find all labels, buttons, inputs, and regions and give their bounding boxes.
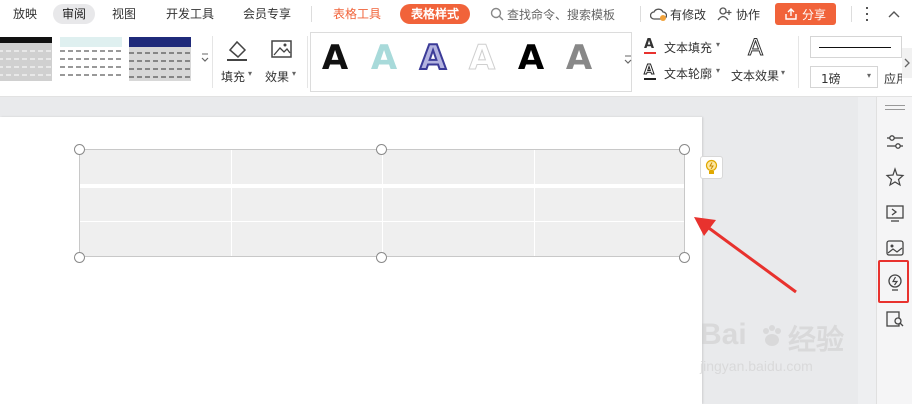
- text-effect-icon: A: [747, 36, 764, 62]
- more-icon[interactable]: [864, 6, 870, 22]
- menu-table-style[interactable]: 表格样式: [400, 4, 471, 24]
- chevron-down-icon: ▾: [867, 71, 872, 80]
- search-placeholder: 查找命令、搜索模板: [507, 8, 616, 22]
- ribbon-divider: [307, 36, 308, 88]
- wordart-style-white[interactable]: A: [467, 40, 497, 77]
- menu-divider: [640, 6, 641, 22]
- menu-review[interactable]: 审阅: [53, 4, 96, 24]
- text-outline-icon: A: [643, 63, 655, 79]
- book-search-icon[interactable]: [885, 309, 905, 329]
- settings-sliders-icon[interactable]: [885, 132, 905, 152]
- text-effect-button[interactable]: A 文本效果 ▾: [728, 36, 790, 88]
- selected-table[interactable]: [79, 149, 685, 257]
- gallery-more-icon[interactable]: [201, 52, 209, 64]
- chevron-down-icon: ▾: [781, 68, 786, 77]
- image-effect-icon: [271, 40, 292, 58]
- smart-tip-button[interactable]: [700, 156, 723, 179]
- collapse-ribbon-icon[interactable]: [888, 9, 900, 19]
- text-outline-button[interactable]: A 文本轮廓 ▾: [643, 63, 724, 82]
- menu-view[interactable]: 视图: [112, 0, 136, 28]
- apply-label[interactable]: 应用: [884, 70, 902, 87]
- outline-color-bar: [644, 78, 656, 80]
- table-col-divider: [231, 150, 232, 256]
- menu-developer-tools[interactable]: 开发工具: [166, 0, 214, 28]
- resize-handle-top-right[interactable]: [679, 144, 690, 155]
- vertical-scrollbar[interactable]: [858, 97, 876, 404]
- table-style-preview: [0, 37, 52, 81]
- menu-member[interactable]: 会员专享: [243, 0, 291, 28]
- modified-label: 有修改: [670, 8, 707, 22]
- wordart-style-black[interactable]: A: [320, 40, 350, 76]
- ribbon-divider: [212, 36, 213, 88]
- screen-switch-icon[interactable]: [885, 203, 905, 223]
- ribbon-divider: [798, 36, 799, 88]
- search-icon: [490, 7, 504, 21]
- watermark-url: jingyan.baidu.com: [700, 358, 813, 374]
- menu-bar: 放映 审阅 视图 开发工具 会员专享 表格工具 表格样式 查找命令、搜索模板 有…: [0, 0, 912, 28]
- collaborate-label: 协作: [736, 8, 761, 22]
- idea-bulb-icon[interactable]: [885, 273, 905, 293]
- panel-grip: [885, 105, 905, 106]
- resize-handle-bottom[interactable]: [376, 252, 387, 263]
- chevron-down-icon: ▾: [248, 69, 253, 78]
- table-col-divider: [382, 150, 383, 256]
- menu-divider: [311, 6, 312, 22]
- table-style-thumb-dark[interactable]: [0, 37, 52, 81]
- line-style-select[interactable]: [810, 36, 902, 58]
- text-effect-label: 文本效果: [731, 69, 780, 83]
- chevron-down-icon: ▾: [716, 66, 721, 75]
- paw-icon: [763, 325, 781, 346]
- menu-slideshow[interactable]: 放映: [13, 0, 37, 28]
- fill-label: 填充: [221, 70, 246, 84]
- lightbulb-icon: [705, 159, 718, 174]
- share-label: 分享: [802, 8, 827, 22]
- ribbon-toolbar: 填充 ▾ 效果 ▾ A A A A A A A 文本填充 ▾ A 文本轮廓 ▾ …: [0, 28, 912, 97]
- chevron-down-icon: ▾: [716, 40, 721, 49]
- text-fill-button[interactable]: A 文本填充 ▾: [644, 37, 724, 56]
- star-sparkle-icon[interactable]: [885, 167, 905, 187]
- ribbon-scroll-right[interactable]: [902, 48, 912, 78]
- line-weight-value: 1磅: [821, 72, 841, 86]
- text-outline-label: 文本轮廓: [664, 67, 713, 81]
- line-style-preview: [819, 47, 891, 48]
- text-fill-icon: A: [644, 37, 655, 52]
- watermark-logo: Bai 经验 jingyan.baidu.com: [700, 318, 870, 378]
- menu-table-tools[interactable]: 表格工具: [333, 0, 381, 28]
- table-style-thumb-navy[interactable]: [129, 37, 191, 81]
- cloud-sync-icon: [650, 8, 667, 21]
- table-col-divider: [534, 150, 535, 256]
- resize-handle-bottom-left[interactable]: [74, 252, 85, 263]
- photo-icon[interactable]: [885, 238, 905, 258]
- paint-bucket-icon: [227, 40, 247, 61]
- wordart-style-black-bold[interactable]: A: [516, 40, 546, 76]
- table-style-thumb-teal[interactable]: [60, 37, 122, 81]
- wordart-style-gray-gradient[interactable]: A: [564, 40, 594, 76]
- right-side-panel: [876, 97, 912, 404]
- line-weight-select[interactable]: 1磅 ▾: [810, 66, 878, 88]
- table-style-preview: [129, 37, 191, 81]
- effect-button[interactable]: 效果 ▾: [263, 36, 303, 88]
- wordart-style-light-teal[interactable]: A: [369, 40, 399, 76]
- menu-divider: [851, 6, 852, 22]
- chevron-right-icon: [904, 58, 910, 68]
- watermark-brand: Bai: [700, 318, 747, 351]
- share-icon: [785, 8, 797, 20]
- resize-handle-top[interactable]: [376, 144, 387, 155]
- chevron-down-icon: ▾: [292, 69, 297, 78]
- text-fill-label: 文本填充: [664, 41, 713, 55]
- table-style-preview: [60, 37, 122, 81]
- resize-handle-top-left[interactable]: [74, 144, 85, 155]
- user-add-icon: [717, 7, 732, 21]
- gallery-more-icon[interactable]: [624, 54, 632, 66]
- wordart-style-blue-outline[interactable]: A: [418, 39, 448, 77]
- share-button[interactable]: 分享: [775, 3, 836, 25]
- effect-label: 效果: [265, 70, 290, 84]
- fill-color-bar: [644, 52, 656, 54]
- annotation-arrow: [694, 217, 797, 294]
- fill-button[interactable]: 填充 ▾: [218, 36, 258, 88]
- panel-grip: [885, 109, 905, 110]
- watermark-brand-tail: 经验: [788, 323, 845, 356]
